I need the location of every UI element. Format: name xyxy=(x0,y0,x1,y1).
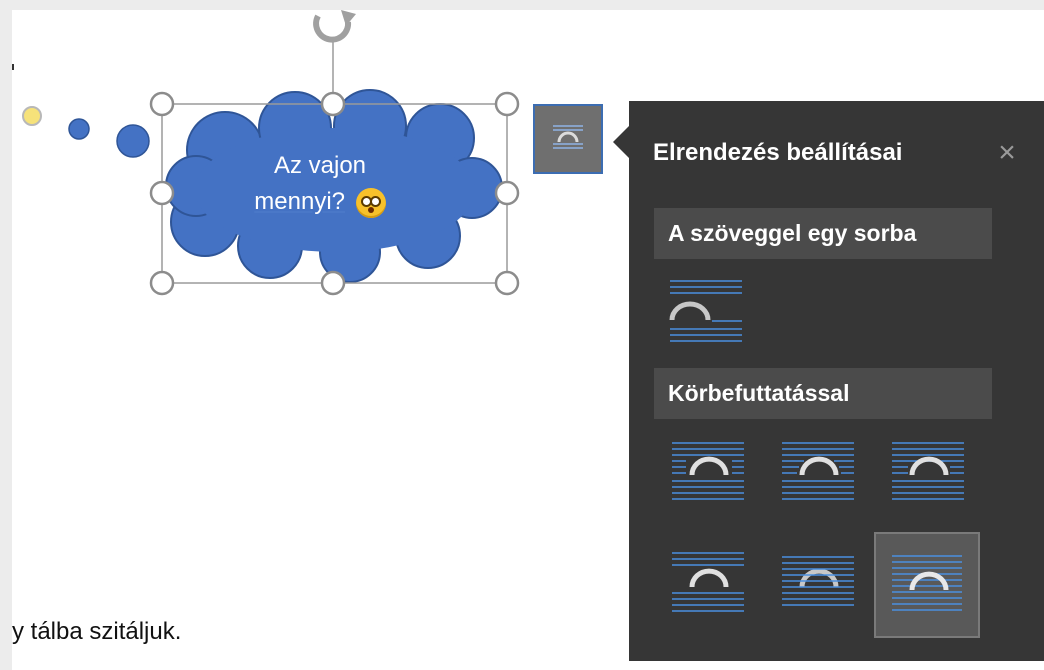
wrap-top-bottom-option[interactable] xyxy=(654,535,760,641)
wrap-square-option[interactable] xyxy=(654,429,760,535)
wrap-inline-icon xyxy=(669,280,742,342)
panel-title: Elrendezés beállításai xyxy=(653,139,903,166)
section-inline-heading: A szöveggel egy sorba xyxy=(654,208,992,259)
thought-dot-small xyxy=(22,106,42,126)
wrap-inline-option[interactable] xyxy=(654,271,754,351)
handle-bottom[interactable] xyxy=(320,270,346,296)
cloud-text-line1: Az vajon xyxy=(273,152,367,179)
handle-right[interactable] xyxy=(494,180,520,206)
wrap-behind-text-option[interactable] xyxy=(764,535,870,641)
handle-bottom-left[interactable] xyxy=(149,270,175,296)
panel-pointer xyxy=(613,126,629,158)
layout-options-button[interactable] xyxy=(533,104,603,174)
layout-options-panel: Elrendezés beállításai × A szöveggel egy… xyxy=(629,101,1044,661)
cloud-text[interactable]: Az vajon mennyi? xyxy=(220,148,420,220)
handle-bottom-right[interactable] xyxy=(494,270,520,296)
handle-left[interactable] xyxy=(149,180,175,206)
wrap-in-front-of-text-icon xyxy=(892,555,962,611)
wrap-through-icon xyxy=(892,442,964,500)
wrap-tight-option[interactable] xyxy=(764,429,870,535)
handle-top-left[interactable] xyxy=(149,91,175,117)
handle-top[interactable] xyxy=(320,91,346,117)
layout-options-icon xyxy=(553,125,583,149)
wrap-top-bottom-icon xyxy=(672,552,744,612)
close-icon[interactable]: × xyxy=(991,137,1023,169)
thought-dot-medium xyxy=(68,118,90,140)
wrap-square-icon xyxy=(672,442,744,500)
wrap-tight-icon xyxy=(782,442,854,500)
wrap-in-front-of-text-option[interactable] xyxy=(874,532,980,638)
document-body-text[interactable]: y tálba szitáljuk. xyxy=(12,618,181,646)
flushed-face-emoji-icon xyxy=(355,187,386,218)
cloud-text-line2: mennyi? xyxy=(254,188,346,215)
handle-top-right[interactable] xyxy=(494,91,520,117)
cloud-text-line2-row: mennyi? xyxy=(220,184,420,220)
section-wrap-heading: Körbefuttatással xyxy=(654,368,992,419)
wrap-through-option[interactable] xyxy=(874,429,980,535)
thought-dot-large xyxy=(116,124,150,158)
wrap-behind-text-icon xyxy=(782,556,854,606)
rotate-handle-icon[interactable] xyxy=(313,10,356,43)
